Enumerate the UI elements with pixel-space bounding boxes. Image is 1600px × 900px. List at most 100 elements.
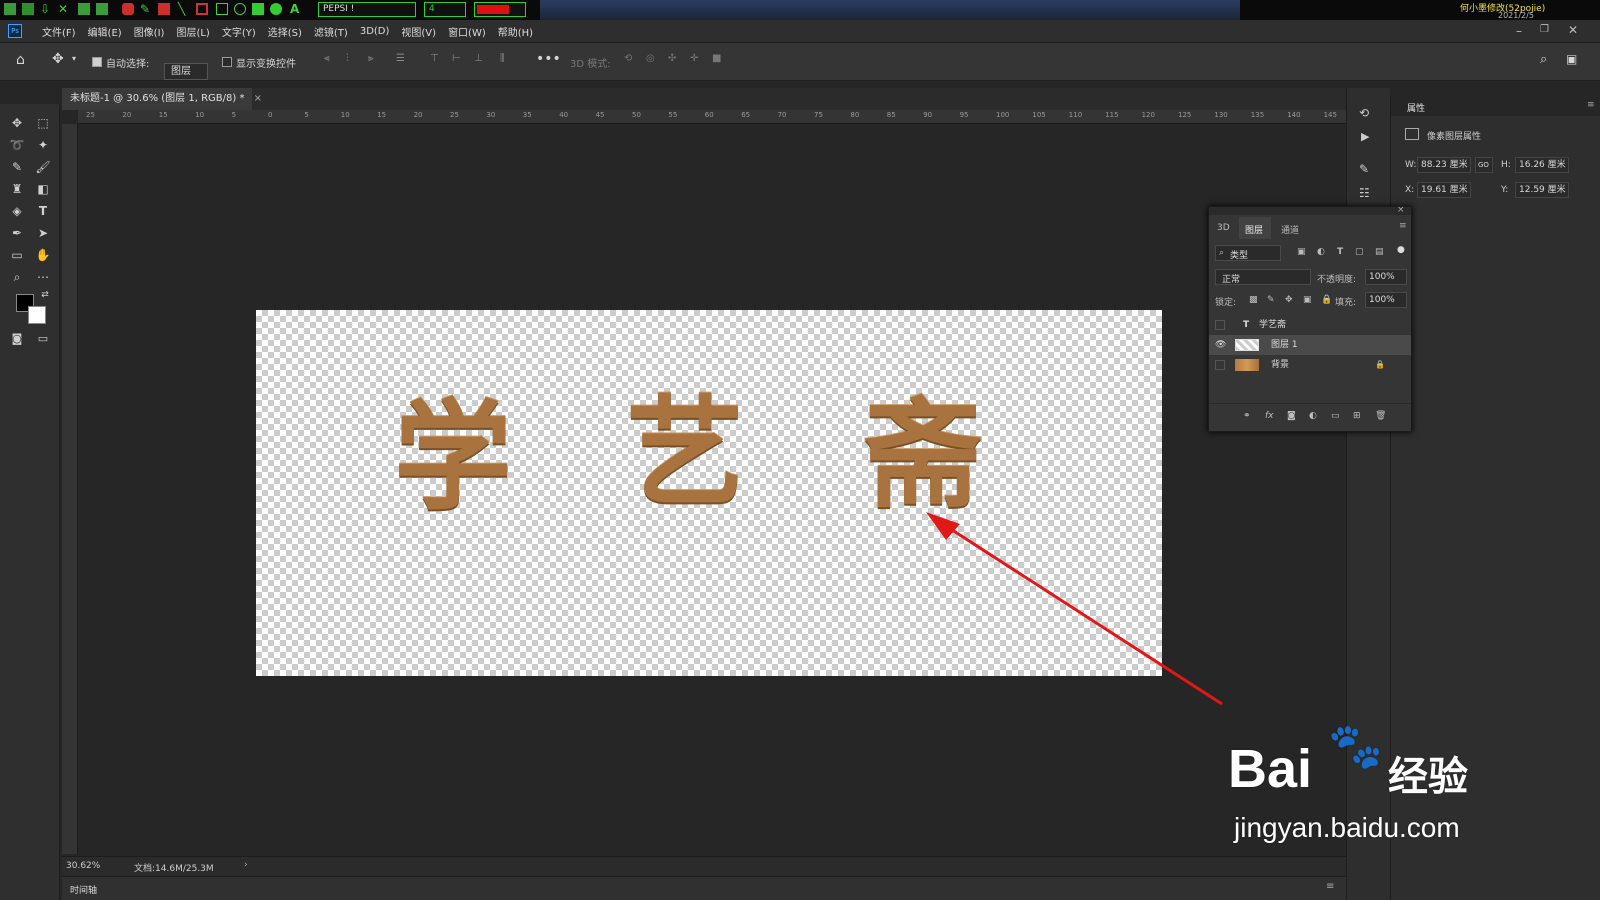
lock-position-icon[interactable]: ✥ (1285, 295, 1293, 305)
properties-tab[interactable]: 属性 (1407, 101, 1425, 114)
eye-icon[interactable]: 👁 (1215, 335, 1226, 355)
download-icon[interactable]: ⇩ (40, 3, 52, 15)
move-tool-icon[interactable]: ✥ (52, 51, 64, 67)
align-bottom-icon[interactable]: ⊥ (474, 53, 483, 64)
y-field[interactable]: 12.59 厘米 (1515, 182, 1569, 198)
visibility-toggle-off[interactable] (1215, 320, 1225, 330)
brush-settings-icon[interactable]: ✎ (1359, 162, 1369, 176)
quick-mask-icon[interactable]: ◙ (8, 330, 26, 348)
marquee-icon[interactable]: ⬚ (34, 114, 52, 132)
lasso-icon[interactable]: ➰ (8, 136, 26, 154)
eyedropper-icon[interactable]: ✎ (8, 158, 26, 176)
type-tool-icon[interactable]: T (34, 202, 52, 220)
align-center-icon[interactable]: ⫶ (346, 53, 349, 64)
menu-layer[interactable]: 图层(L) (170, 24, 215, 39)
layer-row-background[interactable]: 背景 🔒 (1209, 355, 1411, 375)
menu-3d[interactable]: 3D(D) (354, 26, 396, 37)
filter-shape-icon[interactable]: ▢ (1355, 247, 1364, 257)
3d-roll-icon[interactable]: ◎ (646, 53, 655, 64)
menu-type[interactable]: 文字(Y) (216, 24, 262, 39)
timeline-tab[interactable]: 时间轴 (70, 883, 97, 896)
filter-pixel-icon[interactable]: ▣ (1297, 247, 1306, 257)
pen-icon[interactable]: ✒ (8, 224, 26, 242)
size-select[interactable]: 4 (424, 2, 466, 17)
filter-type-icon[interactable]: T (1337, 247, 1343, 257)
save-icon[interactable] (78, 3, 90, 15)
home-icon[interactable]: ⌂ (16, 52, 25, 68)
add-mask-icon[interactable]: ◙ (1287, 411, 1296, 421)
align-left-icon[interactable]: ⫷ (324, 53, 330, 64)
tab-layers[interactable]: 图层 (1245, 223, 1263, 236)
align-middle-icon[interactable]: ⊢ (452, 53, 461, 64)
new-layer-icon[interactable]: ⊞ (1353, 411, 1361, 421)
tab-channels[interactable]: 通道 (1281, 223, 1299, 236)
tab-close-icon[interactable]: × (254, 93, 262, 104)
lock-artboard-icon[interactable]: ▣ (1303, 295, 1312, 305)
menu-edit[interactable]: 编辑(E) (82, 24, 128, 39)
menu-file[interactable]: 文件(F) (36, 24, 82, 39)
delete-layer-icon[interactable]: 🗑 (1375, 411, 1386, 421)
lock-transparent-icon[interactable]: ▩ (1249, 295, 1258, 305)
filter-smart-icon[interactable]: ▤ (1375, 247, 1384, 257)
align-top-icon[interactable]: ⊤ (430, 53, 439, 64)
x-field[interactable]: 19.61 厘米 (1417, 182, 1471, 198)
menu-filter[interactable]: 滤镜(T) (308, 24, 354, 39)
3d-slide-icon[interactable]: ✛ (690, 53, 698, 64)
lock-all-icon[interactable]: 🔒 (1321, 295, 1332, 305)
paint-bucket-icon[interactable]: ◈ (8, 202, 26, 220)
fill-icon[interactable] (158, 3, 170, 15)
more-options-icon[interactable]: ••• (536, 51, 561, 67)
auto-select-target-dropdown[interactable]: 图层 (164, 63, 208, 80)
3d-drag-icon[interactable]: ✣ (668, 53, 676, 64)
filter-adjust-icon[interactable]: ◐ (1317, 247, 1325, 257)
hand-icon[interactable]: ✋ (34, 246, 52, 264)
height-field[interactable]: 16.26 厘米 (1515, 157, 1569, 173)
zoom-level[interactable]: 30.62% (66, 861, 100, 871)
window-close-icon[interactable]: ✕ (1568, 23, 1578, 37)
menu-image[interactable]: 图像(I) (128, 24, 171, 39)
adjustments-icon[interactable]: ☷ (1359, 186, 1370, 200)
font-select[interactable]: PEPSI ! (318, 2, 416, 17)
document-tab[interactable]: 未标题-1 @ 30.6% (图层 1, RGB/8) * × (62, 88, 262, 110)
brush-icon[interactable]: 🖌 (34, 158, 52, 176)
more-tools-icon[interactable]: ⋯ (34, 268, 52, 286)
menu-select[interactable]: 选择(S) (262, 24, 308, 39)
opacity-field[interactable]: 100% (1365, 269, 1407, 285)
show-transform-checkbox[interactable] (222, 57, 232, 67)
layers-panel-titlebar[interactable] (1209, 207, 1411, 215)
link-layers-icon[interactable]: ⚭ (1243, 411, 1251, 421)
text-a-icon[interactable]: A (290, 3, 302, 15)
layer-row-selected[interactable]: 👁 图层 1 (1209, 335, 1411, 355)
fx-icon[interactable]: fx (1265, 411, 1274, 421)
search-icon[interactable]: ⌕ (1540, 52, 1547, 67)
visibility-toggle-off[interactable] (1215, 360, 1225, 370)
filled-ellipse-icon[interactable] (270, 3, 282, 15)
color-select[interactable] (474, 2, 526, 17)
filter-toggle-icon[interactable]: ● (1397, 245, 1405, 255)
filled-rect-icon[interactable] (252, 3, 264, 15)
menu-view[interactable]: 视图(V) (395, 24, 442, 39)
auto-select-checkbox[interactable] (92, 57, 102, 67)
path-select-icon[interactable]: ➤ (34, 224, 52, 242)
timeline-menu-icon[interactable]: ≡ (1326, 881, 1334, 892)
stamp-icon[interactable]: ♜ (8, 180, 26, 198)
blend-mode-dropdown[interactable]: 正常 (1215, 269, 1311, 285)
move-icon[interactable]: ✥ (8, 114, 26, 132)
eraser-tool-icon[interactable]: ◧ (34, 180, 52, 198)
history-icon[interactable]: ⟲ (1359, 106, 1369, 120)
lock-paint-icon[interactable]: ✎ (1267, 295, 1275, 305)
restore-icon[interactable]: ❐ (1540, 24, 1549, 35)
swap-colors-icon[interactable]: ⇄ (36, 286, 54, 304)
workspace-icon[interactable]: ▣ (1566, 52, 1577, 66)
link-dimensions-button[interactable]: GO (1475, 157, 1493, 173)
background-color-swatch[interactable] (28, 306, 46, 324)
select-arrow-icon[interactable] (196, 3, 208, 15)
pencil-icon[interactable]: ✎ (140, 3, 152, 15)
ellipse-icon[interactable] (234, 3, 246, 15)
3d-scale-icon[interactable]: ■ (712, 53, 721, 64)
chevron-down-icon[interactable]: ▾ (72, 54, 76, 63)
new-group-icon[interactable]: ▭ (1331, 411, 1340, 421)
actions-play-icon[interactable]: ▶ (1361, 130, 1369, 143)
eraser-icon[interactable] (122, 3, 134, 15)
magic-wand-icon[interactable]: ✦ (34, 136, 52, 154)
